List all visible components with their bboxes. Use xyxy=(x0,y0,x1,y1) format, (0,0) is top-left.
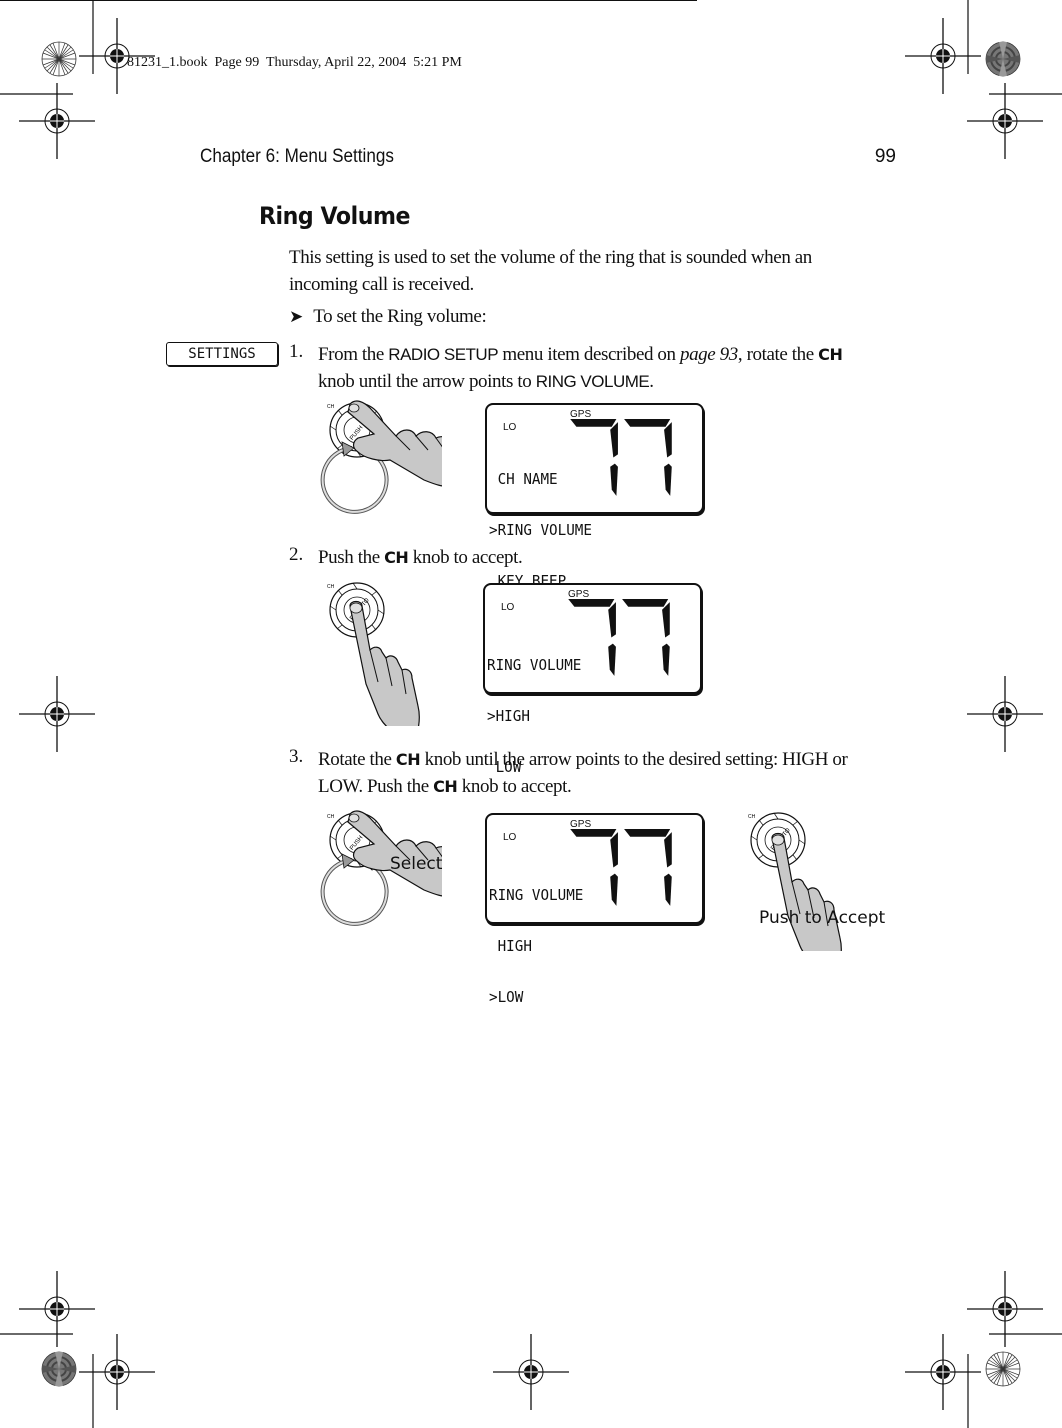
lo-power-indicator: LO xyxy=(503,422,517,433)
radio-setup-term: RADIO SETUP xyxy=(388,345,499,364)
hand-push-icon xyxy=(771,832,842,951)
registration-mark-bottom-left xyxy=(78,1333,156,1411)
step-3-text: Rotate the CH knob until the arrow point… xyxy=(318,746,908,800)
lcd-display-step-2: GPS LO RING VOLUME >HIGH LOW xyxy=(483,583,702,776)
colorwheel-mark-top-right xyxy=(985,41,1021,77)
ch-key: CH xyxy=(818,345,843,364)
text: From the xyxy=(318,344,389,365)
lo-power-indicator: LO xyxy=(503,832,517,843)
page-number: 99 xyxy=(874,146,896,167)
lcd-display-step-1: GPS LO CH NAME >RING VOLUME KEY BEEP BAC… xyxy=(485,403,704,641)
text: , rotate the xyxy=(737,344,819,365)
intro-line-1: This setting is used to set the volume o… xyxy=(289,247,812,268)
registration-mark-bottom-center xyxy=(492,1333,570,1411)
text: Push the xyxy=(318,547,385,568)
channel-digits-77 xyxy=(570,419,672,496)
page-reference-link[interactable]: page 93 xyxy=(680,344,738,365)
knob-push-illustration-3 xyxy=(747,812,842,951)
text: . xyxy=(649,371,654,392)
step-1-text: From the RADIO SETUP menu item described… xyxy=(318,341,908,395)
push-to-accept-callout: Push to Accept xyxy=(759,908,886,928)
knob-push-illustration-2 xyxy=(326,582,420,726)
registration-mark-bottom-right xyxy=(904,1333,982,1411)
settings-margin-tag: SETTINGS xyxy=(166,342,278,366)
procedure-title: To set the Ring volume: xyxy=(313,306,487,327)
text: Rotate the xyxy=(318,749,396,770)
step-3-number: 3. xyxy=(289,746,304,767)
section-title: Ring Volume xyxy=(259,202,411,230)
step-1-number: 1. xyxy=(289,341,304,362)
step-2-text: Push the CH knob to accept. xyxy=(318,544,908,571)
lcd-display-step-3: GPS LO RING VOLUME HIGH >LOW xyxy=(485,813,704,1006)
hand-rotate-icon xyxy=(347,400,442,488)
intro-line-2: incoming call is received. xyxy=(289,274,474,295)
lcd-menu-item-selected: >RING VOLUME xyxy=(489,521,592,539)
starburst-mark-top-left xyxy=(41,41,77,77)
text: LOW. Push the xyxy=(318,776,434,797)
colorwheel-mark-bottom-left xyxy=(41,1351,77,1387)
text: knob until the arrow points to the desir… xyxy=(420,749,848,770)
print-slug: 81231_1.book Page 99 Thursday, April 22,… xyxy=(127,55,462,70)
registration-mark-top-right xyxy=(904,17,982,95)
channel-digits-77 xyxy=(570,829,672,906)
running-head: Chapter 6: Menu Settings xyxy=(200,146,394,167)
arrow-bullet-icon: ➤ xyxy=(289,307,303,327)
knob-rotate-illustration-1 xyxy=(320,400,442,514)
step-2-number: 2. xyxy=(289,544,304,565)
starburst-mark-bottom-right xyxy=(985,1351,1021,1387)
channel-digits-77 xyxy=(568,599,670,676)
select-callout: Select xyxy=(390,854,443,874)
ch-key: CH xyxy=(433,777,458,796)
registration-mark-right-middle xyxy=(966,675,1044,753)
registration-mark-left-lower xyxy=(18,1270,96,1348)
text: menu item described on xyxy=(498,344,680,365)
lcd-menu-item-selected: >HIGH xyxy=(487,707,530,725)
text: knob until the arrow points to xyxy=(318,371,536,392)
ch-key: CH xyxy=(384,548,409,567)
ring-volume-term: RING VOLUME xyxy=(535,372,650,391)
registration-mark-right-lower xyxy=(966,1270,1044,1348)
lo-power-indicator: LO xyxy=(501,602,515,613)
ch-key: CH xyxy=(395,750,421,769)
hand-push-icon xyxy=(349,600,420,726)
lcd-menu-item: HIGH xyxy=(489,937,532,955)
lcd-menu-item-selected: >LOW xyxy=(489,988,524,1006)
registration-mark-left-middle xyxy=(18,675,96,753)
lcd-menu-item: LOW xyxy=(487,758,522,776)
procedure-heading: ➤ To set the Ring volume: xyxy=(289,303,487,331)
